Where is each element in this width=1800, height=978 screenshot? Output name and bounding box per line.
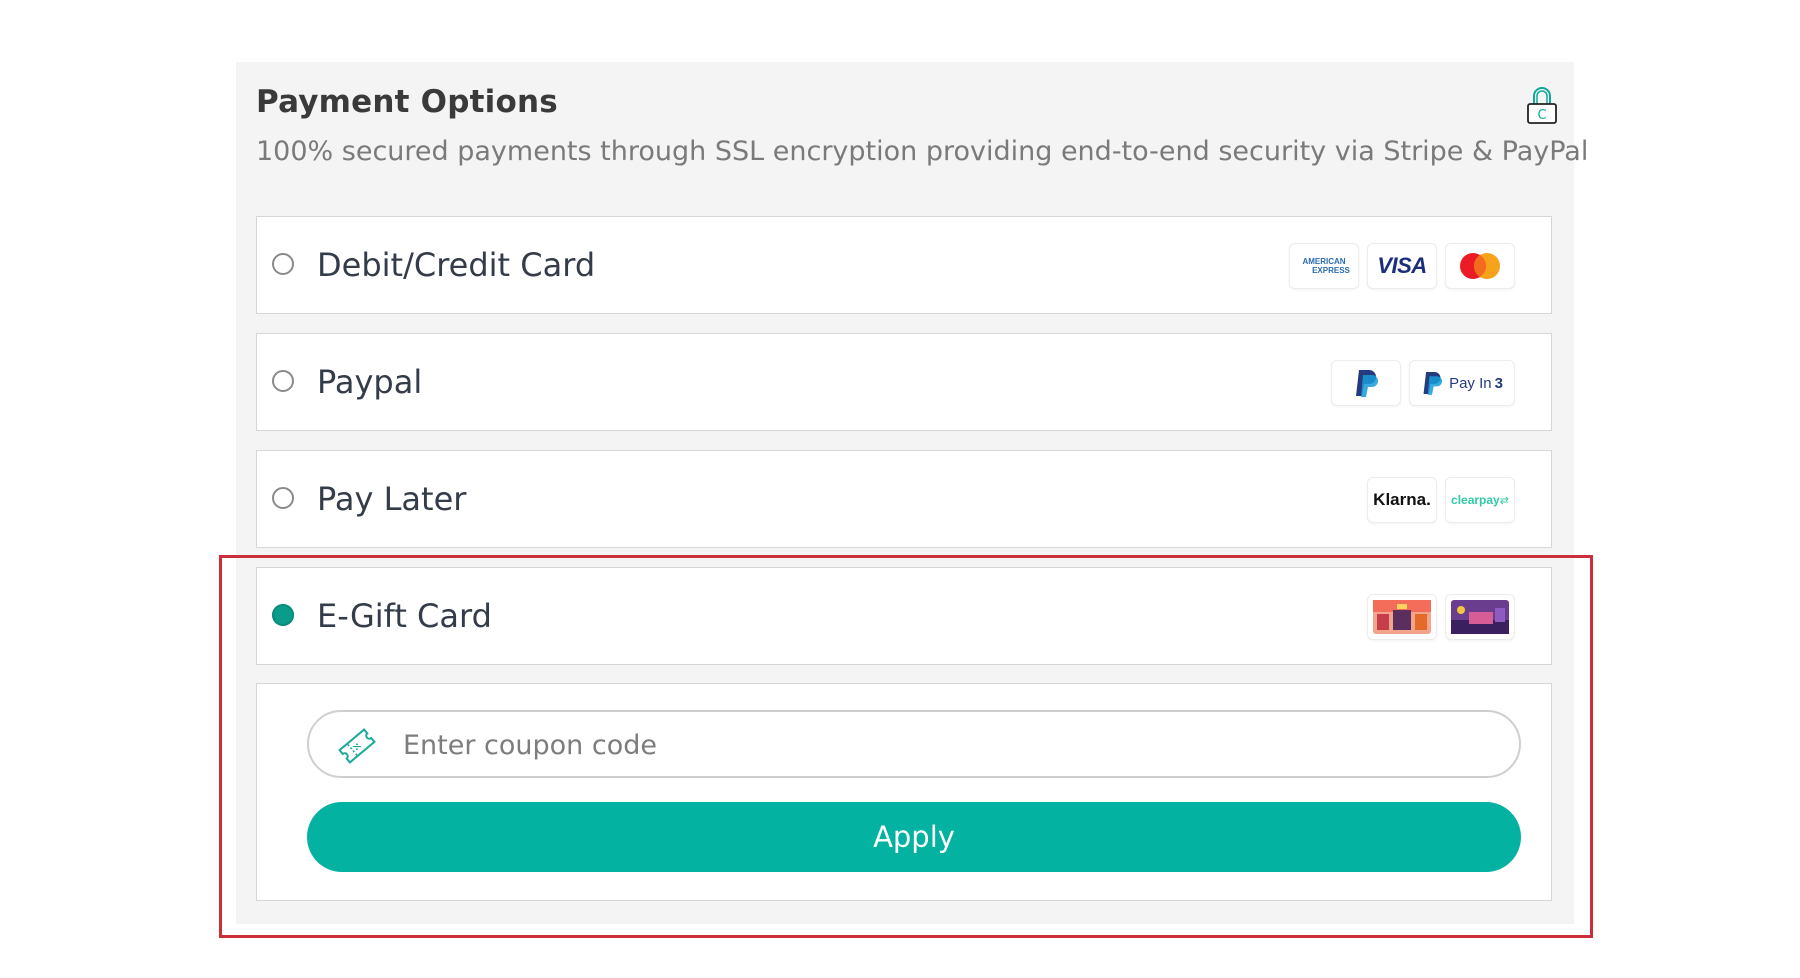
- gift-card-image-1: [1367, 594, 1437, 640]
- pay-in-text: Pay In: [1449, 374, 1492, 392]
- american-express-logo: AMERICAN EXPRESS: [1289, 243, 1359, 289]
- visa-text: VISA: [1377, 253, 1427, 278]
- option-label: Paypal: [317, 363, 423, 401]
- option-e-gift-card[interactable]: E-Gift Card: [256, 567, 1552, 665]
- amex-text-line1: AMERICAN: [1302, 257, 1346, 266]
- option-pay-later[interactable]: Pay Later Klarna. clearpay ⇄: [256, 450, 1552, 548]
- clearpay-arrows-icon: ⇄: [1499, 493, 1509, 507]
- paypal-logos: Pay In 3: [1331, 360, 1515, 406]
- lock-icon: C: [1527, 87, 1557, 124]
- coupon-input-wrapper[interactable]: ÷: [307, 710, 1521, 778]
- radio-pay-later[interactable]: [272, 487, 294, 509]
- apply-button[interactable]: Apply: [307, 802, 1521, 872]
- coupon-code-input[interactable]: [401, 720, 1485, 770]
- option-label: Pay Later: [317, 480, 467, 518]
- coupon-section: ÷ Apply: [256, 683, 1552, 901]
- svg-text:C: C: [1537, 108, 1546, 123]
- klarna-text: Klarna.: [1373, 490, 1431, 509]
- security-subtitle: 100% secured payments through SSL encryp…: [256, 136, 1589, 167]
- payment-options-panel: Payment Options 100% secured payments th…: [236, 62, 1588, 924]
- clearpay-text: clearpay: [1451, 493, 1500, 507]
- amex-text-line2: EXPRESS: [1312, 266, 1350, 275]
- gift-card-images: [1367, 594, 1515, 640]
- mastercard-logo: [1445, 243, 1515, 289]
- pay-later-logos: Klarna. clearpay ⇄: [1367, 477, 1515, 523]
- mastercard-circles-icon: [1460, 253, 1500, 279]
- pay-in-number: 3: [1494, 374, 1503, 392]
- gift-card-thumbnail-2: [1451, 600, 1509, 634]
- option-debit-credit-card[interactable]: Debit/Credit Card AMERICAN EXPRESS VISA: [256, 216, 1552, 314]
- clearpay-logo: clearpay ⇄: [1445, 477, 1515, 523]
- radio-paypal[interactable]: [272, 370, 294, 392]
- paypal-pay-in-3-logo: Pay In 3: [1409, 360, 1515, 406]
- klarna-logo: Klarna.: [1367, 477, 1437, 523]
- svg-text:÷: ÷: [352, 740, 363, 755]
- paypal-logo: [1331, 360, 1401, 406]
- coupon-ticket-icon: ÷: [338, 728, 376, 764]
- gift-card-thumbnail-1: [1373, 600, 1431, 634]
- page-title: Payment Options: [256, 84, 558, 120]
- radio-debit-credit-card[interactable]: [272, 253, 294, 275]
- paypal-p-icon: [1423, 372, 1443, 395]
- radio-e-gift-card[interactable]: [272, 604, 294, 626]
- card-logos: AMERICAN EXPRESS VISA: [1289, 243, 1515, 289]
- gift-card-image-2: [1445, 594, 1515, 640]
- visa-logo: VISA: [1367, 243, 1437, 289]
- option-label: E-Gift Card: [317, 597, 492, 635]
- option-paypal[interactable]: Paypal Pay In 3: [256, 333, 1552, 431]
- paypal-p-icon: [1356, 370, 1378, 397]
- option-label: Debit/Credit Card: [317, 246, 596, 284]
